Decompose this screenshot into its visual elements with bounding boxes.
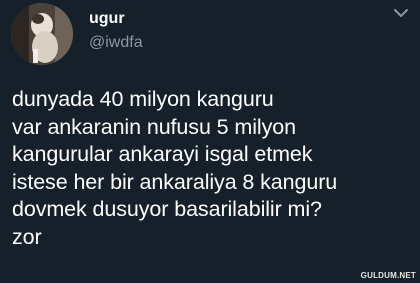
tweet-card: ugur @iwdfa dunyada 40 milyon kanguru va… xyxy=(0,0,420,283)
avatar[interactable] xyxy=(11,3,73,65)
author-handle[interactable]: @iwdfa xyxy=(89,34,143,52)
author-name[interactable]: ugur xyxy=(89,10,125,28)
chevron-down-icon[interactable] xyxy=(392,6,410,20)
tweet-text: dunyada 40 milyon kanguru var ankaranin … xyxy=(12,87,338,249)
site-watermark: GULDUM.NET xyxy=(360,271,416,280)
avatar-image xyxy=(11,3,73,65)
